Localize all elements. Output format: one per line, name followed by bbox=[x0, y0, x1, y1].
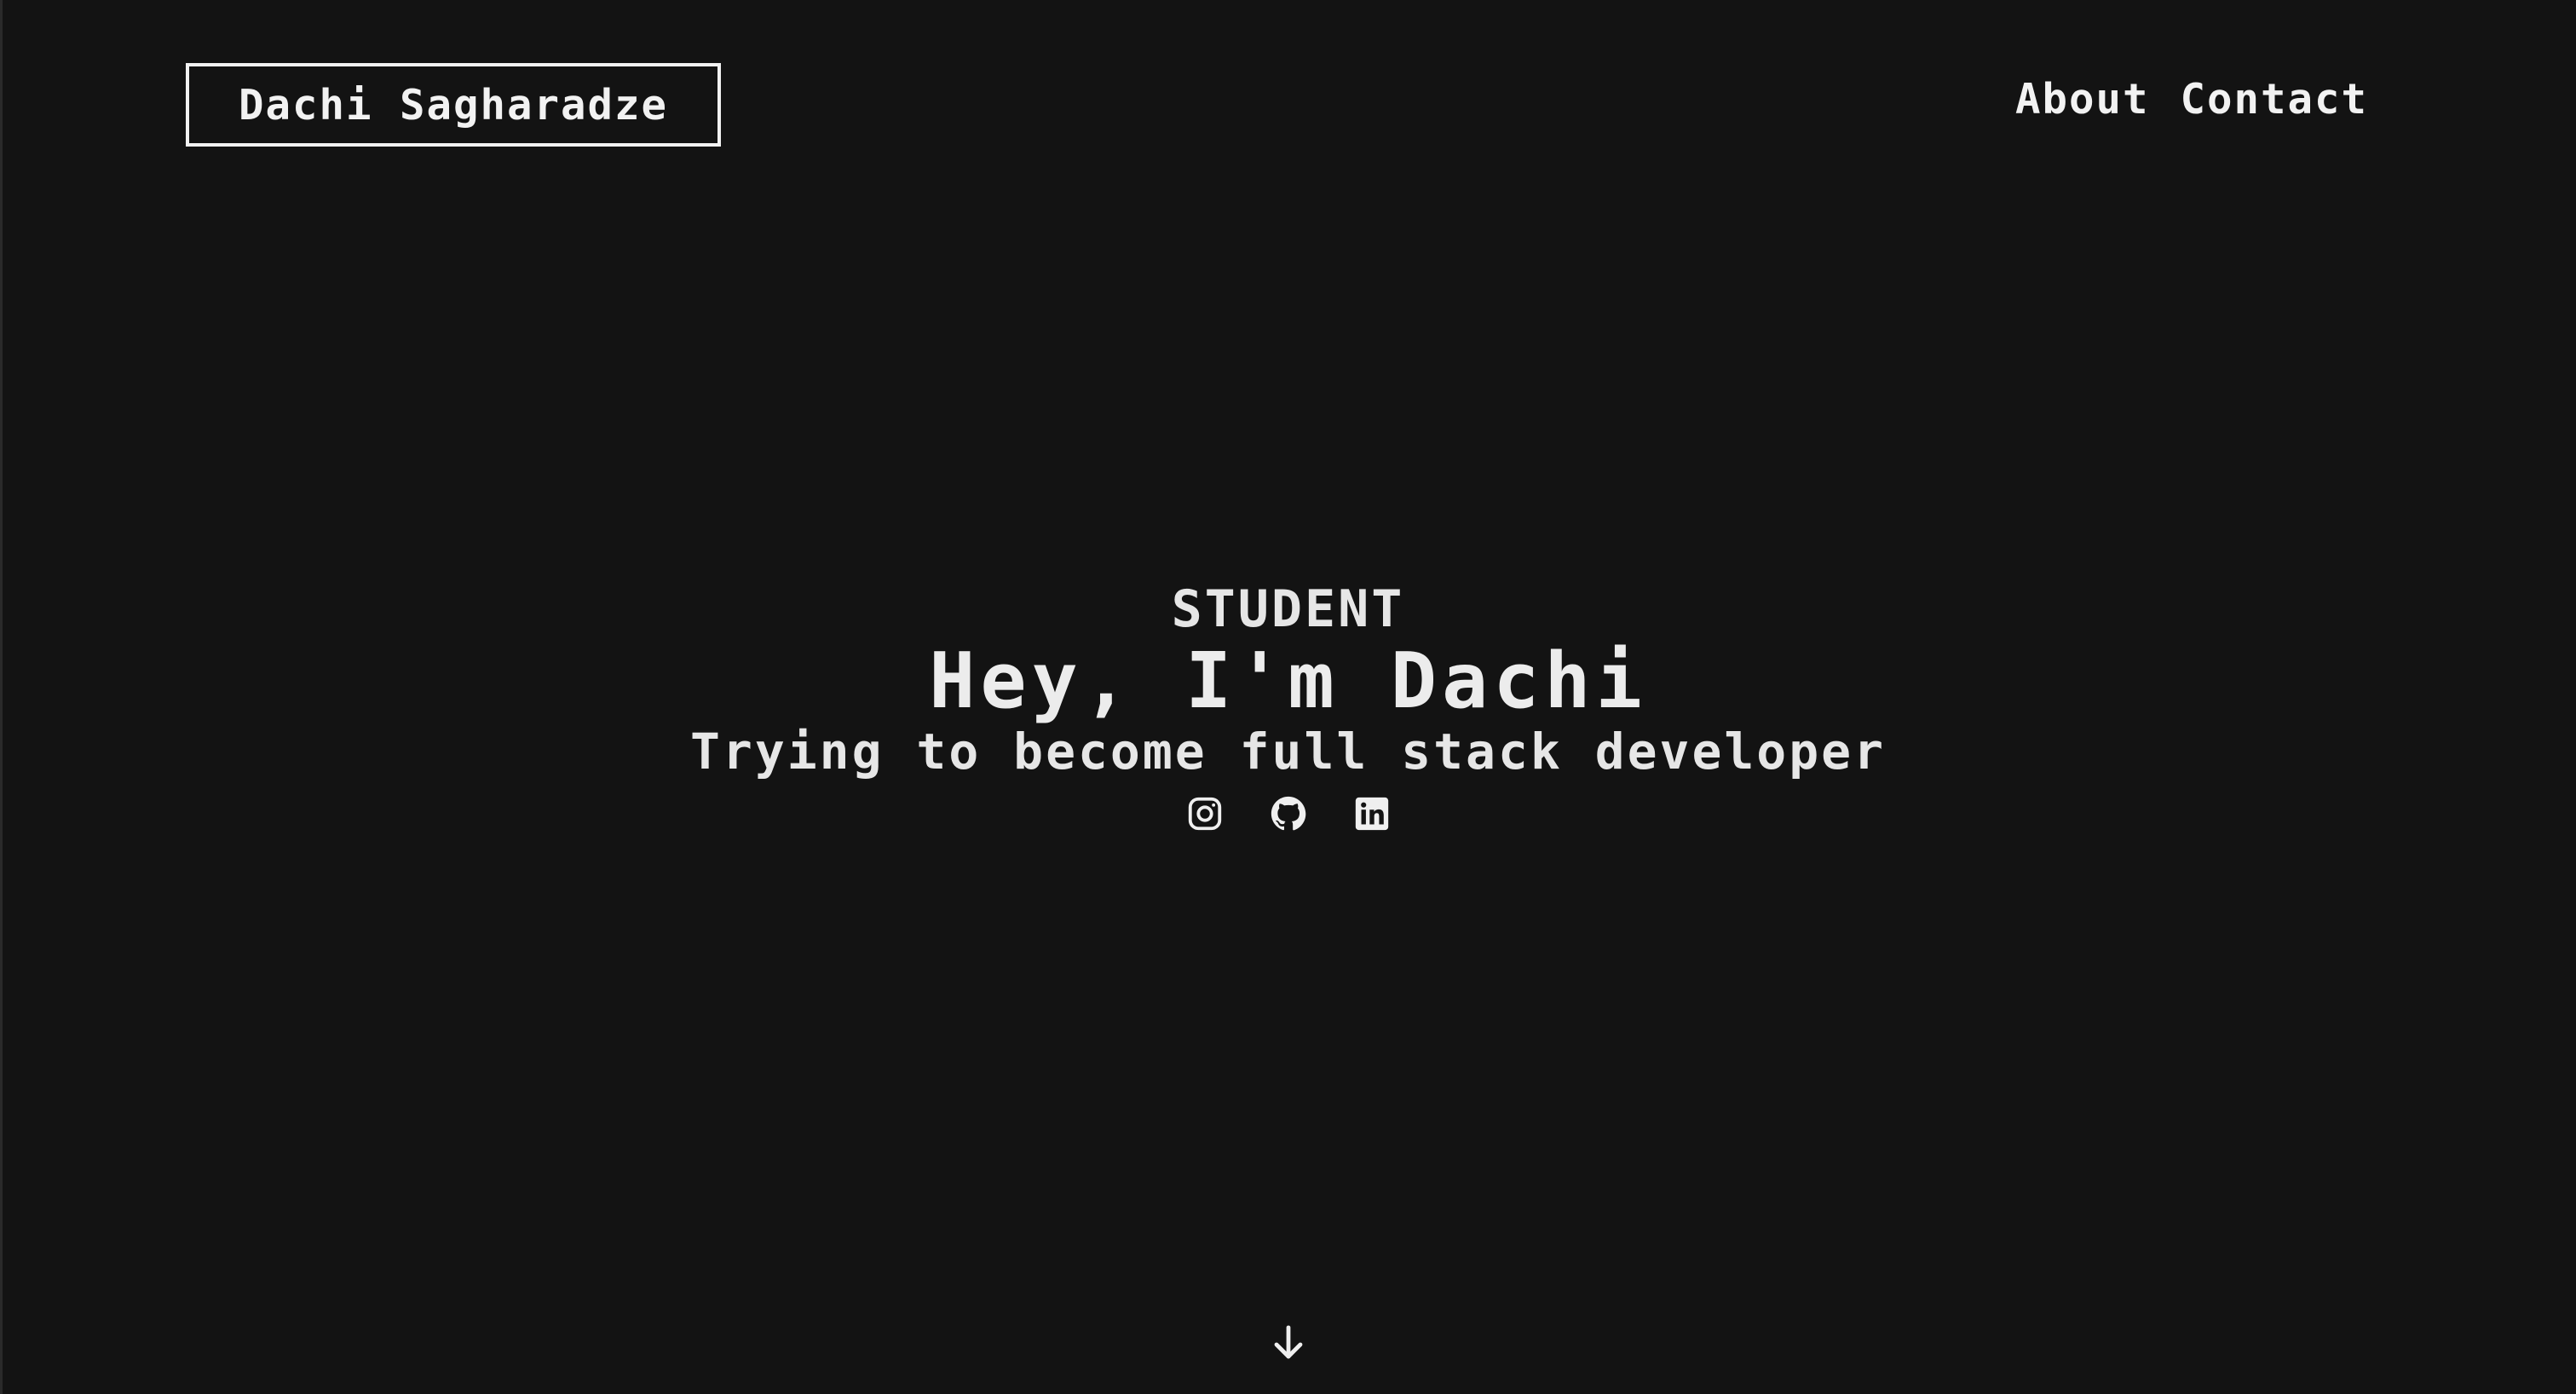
nav-link-contact[interactable]: Contact bbox=[2180, 75, 2368, 124]
hero-eyebrow: STUDENT bbox=[1171, 579, 1405, 639]
main-nav: About Contact bbox=[2015, 75, 2368, 124]
instagram-icon[interactable] bbox=[1185, 794, 1225, 833]
github-icon[interactable] bbox=[1269, 794, 1308, 833]
linkedin-icon[interactable] bbox=[1352, 794, 1392, 833]
logo-text: Dachi Sagharadze bbox=[238, 80, 668, 130]
hero-headline: Hey, I'm Dachi bbox=[929, 637, 1647, 726]
arrow-down-icon[interactable] bbox=[1268, 1322, 1309, 1363]
nav-link-about[interactable]: About bbox=[2015, 75, 2150, 124]
social-links bbox=[0, 794, 2576, 833]
site-logo[interactable]: Dachi Sagharadze bbox=[186, 63, 721, 147]
hero-subline: Trying to become full stack developer bbox=[689, 723, 1886, 781]
hero-section: STUDENT Hey, I'm Dachi Trying to become … bbox=[0, 578, 2576, 833]
